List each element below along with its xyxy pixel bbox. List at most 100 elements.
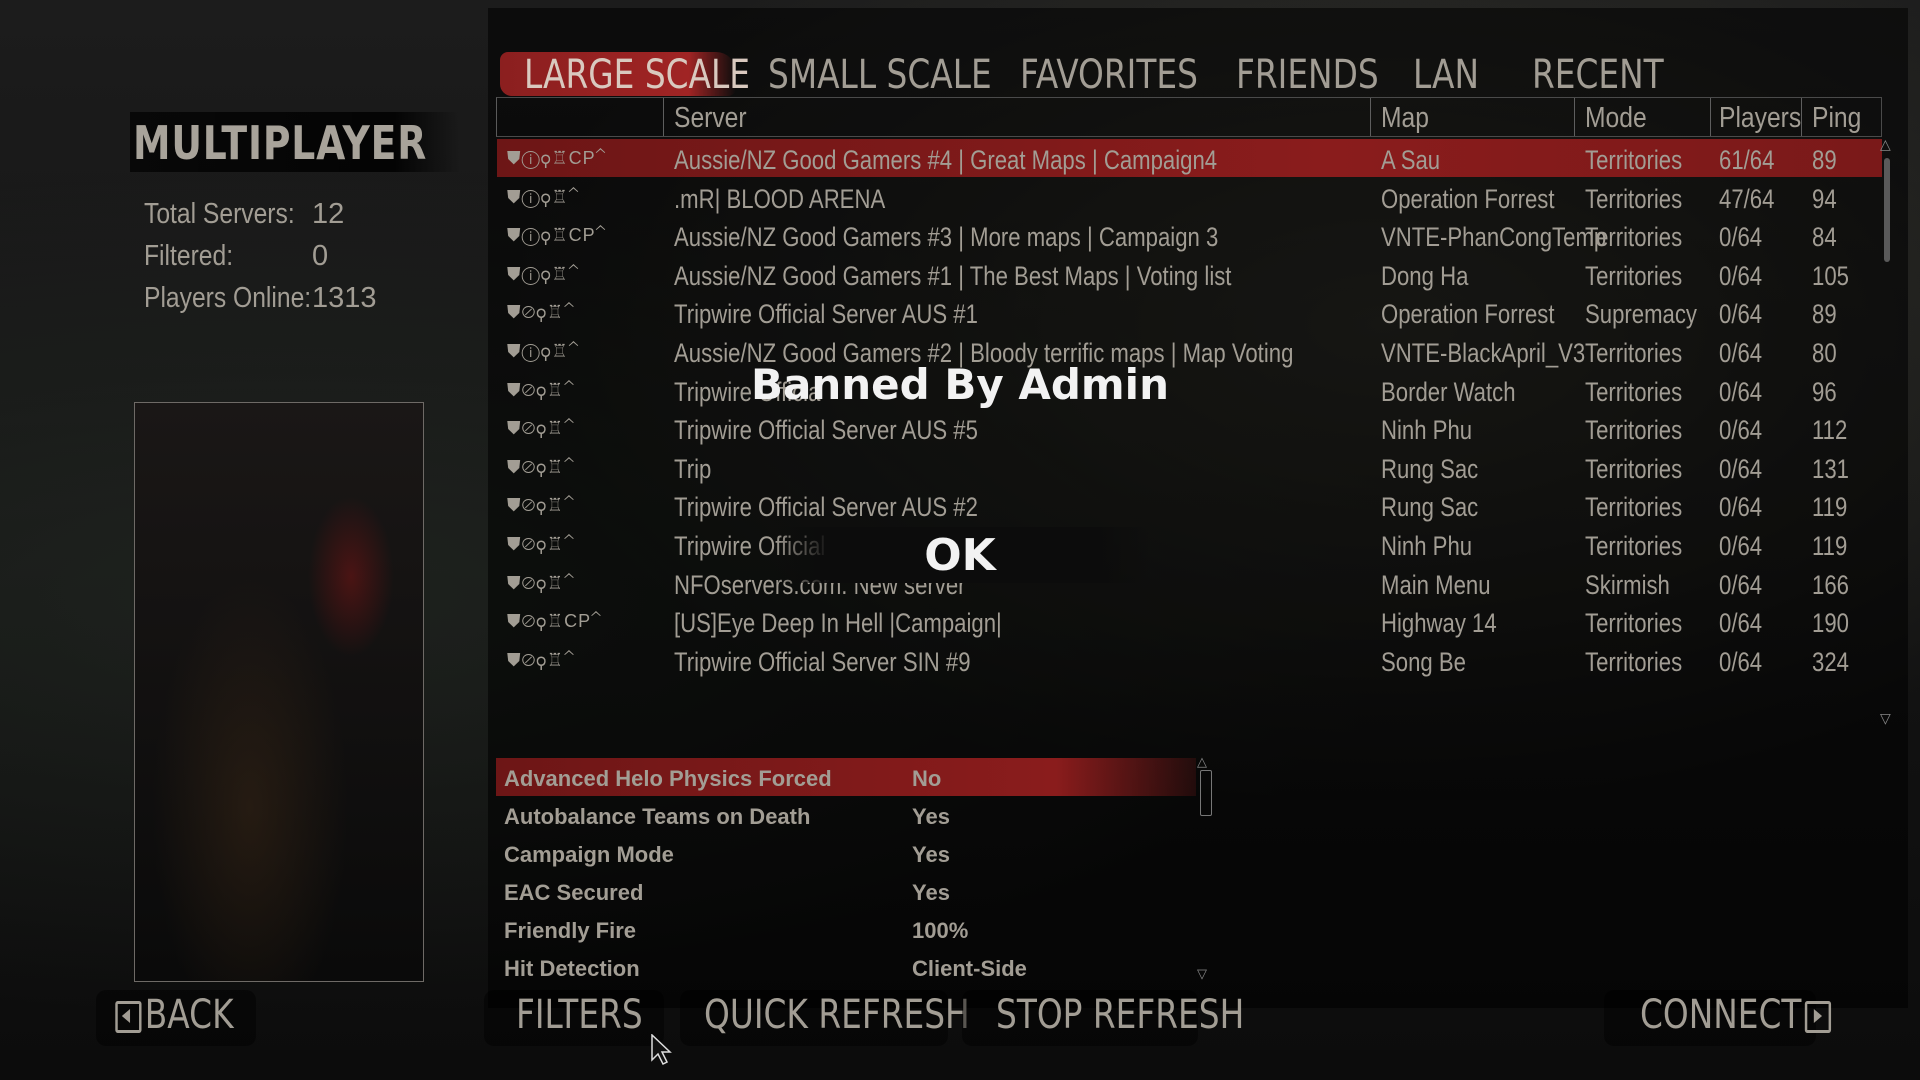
server-map: VNTE-PhanCongTemp: [1381, 222, 1607, 253]
server-list-scrollbar[interactable]: [1884, 158, 1890, 262]
back-arrow-icon: [115, 1001, 142, 1033]
tab-bar: LARGE SCALE SMALL SCALE FAVORITES FRIEND…: [498, 52, 1882, 98]
server-row[interactable]: ⛊⊘⚲♖⌃ Tripwire Official Server AUS #2 Rung…: [497, 487, 1882, 525]
tab-favorites[interactable]: FAVORITES: [1020, 52, 1198, 98]
server-mode: Territories: [1585, 492, 1683, 523]
server-players: 0/64: [1719, 492, 1763, 523]
column-divider: [1710, 98, 1711, 136]
connect-arrow-icon: [1804, 1001, 1831, 1033]
detail-key: Campaign Mode: [504, 842, 674, 867]
detail-value: Yes: [912, 804, 950, 829]
server-row[interactable]: ⛊⊘⚲♖⌃ Trip Rung Sac Territories 0/64 131: [497, 449, 1882, 487]
server-ping: 84: [1812, 222, 1837, 253]
stat-value: 1313: [312, 282, 377, 314]
server-ping: 89: [1812, 145, 1837, 175]
details-scrollbar[interactable]: [1200, 770, 1212, 816]
detail-row[interactable]: EAC Secured Yes: [496, 872, 1226, 910]
page-title: MULTIPLAYER: [133, 116, 428, 170]
server-name: Tripwire Official Server AUS #2: [674, 492, 978, 523]
server-icons: ⛊⊘⚲♖⌃: [507, 302, 575, 323]
server-mode: Territories: [1585, 260, 1683, 291]
server-row[interactable]: ⛊⊘⚲♖CP⌃ [US]Eye Deep In Hell |Campaign| Hi…: [497, 603, 1882, 641]
connect-button[interactable]: CONNECT: [1640, 992, 1834, 1044]
server-map: Ninh Phu: [1381, 415, 1473, 446]
map-preview-image: [134, 402, 424, 982]
column-divider: [1370, 98, 1371, 136]
server-list-header: Server Map Mode Players Ping: [496, 97, 1882, 137]
server-ping: 324: [1812, 646, 1849, 677]
detail-row[interactable]: Friendly Fire 100%: [496, 910, 1226, 948]
server-row[interactable]: ⛊ⓘ⚲♖CP⌃ Aussie/NZ Good Gamers #3 | More m…: [497, 217, 1882, 255]
server-mode: Territories: [1585, 453, 1683, 484]
server-mode: Territories: [1585, 415, 1683, 446]
detail-key: Autobalance Teams on Death: [504, 804, 811, 829]
detail-value: 100%: [912, 918, 969, 943]
server-mode: Territories: [1585, 183, 1683, 214]
server-players: 61/64: [1719, 145, 1775, 175]
server-players: 0/64: [1719, 222, 1763, 253]
column-header-mode[interactable]: Mode: [1585, 102, 1647, 135]
tab-lan[interactable]: LAN: [1413, 52, 1479, 98]
server-map: Rung Sac: [1381, 492, 1479, 523]
server-mode: Territories: [1585, 145, 1683, 175]
server-name: Tripwire Official Server AUS #5: [674, 415, 978, 446]
server-ping: 119: [1812, 492, 1848, 523]
server-row[interactable]: ⛊⊘⚲♖⌃ Tripwire Official Server SIN #9 Song…: [497, 642, 1882, 680]
server-row[interactable]: ⛊⊘⚲♖⌃ Tripwire Official Server AUS #5 Ninh…: [497, 410, 1882, 448]
scroll-up-arrow-icon[interactable]: △: [1880, 136, 1891, 153]
server-name: [US]Eye Deep In Hell |Campaign|: [674, 608, 1002, 639]
server-name: .mR| BLOOD ARENA: [674, 183, 886, 214]
stop-refresh-button[interactable]: STOP REFRESH: [996, 992, 1244, 1044]
server-map: Dong Ha: [1381, 260, 1469, 291]
server-players: 0/64: [1719, 646, 1763, 677]
ok-button[interactable]: OK: [0, 530, 1920, 581]
back-button[interactable]: BACK: [112, 992, 234, 1044]
stat-value: 12: [312, 198, 345, 230]
tab-recent[interactable]: RECENT: [1532, 52, 1664, 98]
server-mode: Territories: [1585, 646, 1683, 677]
server-icons: ⛊⊘⚲♖⌃: [507, 649, 575, 670]
detail-row[interactable]: Hit Detection Client-Side: [496, 948, 1226, 986]
server-row[interactable]: ⛊⊘⚲♖⌃ Tripwire Official Server AUS #1 Oper…: [497, 294, 1882, 332]
server-players: 0/64: [1719, 453, 1763, 484]
server-icons: ⛊ⓘ⚲♖⌃: [507, 263, 580, 284]
filters-button[interactable]: FILTERS: [516, 992, 643, 1044]
tab-friends[interactable]: FRIENDS: [1236, 52, 1379, 98]
column-header-ping[interactable]: Ping: [1812, 102, 1861, 135]
tab-small-scale[interactable]: SMALL SCALE: [768, 52, 992, 98]
column-header-server[interactable]: Server: [674, 102, 747, 135]
detail-value: No: [912, 766, 942, 791]
server-details-list: Advanced Helo Physics Forced No Autobala…: [496, 758, 1251, 990]
multiplayer-title-banner: MULTIPLAYER: [130, 112, 460, 172]
server-row[interactable]: ⛊ⓘ⚲♖CP⌃ Aussie/NZ Good Gamers #4 | Great …: [497, 140, 1882, 178]
details-scroll-down-icon[interactable]: ▽: [1197, 966, 1207, 982]
server-map: A Sau: [1381, 145, 1441, 175]
column-header-map[interactable]: Map: [1381, 102, 1429, 135]
tab-large-scale[interactable]: LARGE SCALE: [524, 52, 750, 98]
server-players: 0/64: [1719, 299, 1763, 330]
detail-row[interactable]: Advanced Helo Physics Forced No: [496, 758, 1226, 796]
detail-key: EAC Secured: [504, 880, 644, 905]
details-scroll-up-icon[interactable]: △: [1197, 754, 1207, 770]
server-ping: 94: [1812, 183, 1837, 214]
server-row[interactable]: ⛊ⓘ⚲♖⌃ .mR| BLOOD ARENA Operation Forrest Te…: [497, 179, 1882, 217]
server-name: Tripwire Official Server AUS #1: [674, 299, 978, 330]
server-mode: Territories: [1585, 608, 1683, 639]
server-mode: Supremacy: [1585, 299, 1697, 330]
server-icons: ⛊ⓘ⚲♖CP⌃: [507, 225, 607, 246]
server-map: Song Be: [1381, 646, 1466, 677]
server-map: Rung Sac: [1381, 453, 1479, 484]
server-name: Aussie/NZ Good Gamers #4 | Great Maps | …: [674, 145, 1218, 175]
detail-row[interactable]: Autobalance Teams on Death Yes: [496, 796, 1226, 834]
stat-label: Players Online:: [144, 282, 312, 314]
back-label: BACK: [144, 992, 234, 1038]
server-icons: ⛊⊘⚲♖⌃: [507, 456, 575, 477]
server-map: Operation Forrest: [1381, 183, 1555, 214]
column-header-players[interactable]: Players: [1719, 102, 1801, 135]
server-name: Aussie/NZ Good Gamers #1 | The Best Maps…: [674, 260, 1232, 291]
scroll-down-arrow-icon[interactable]: ▽: [1880, 710, 1891, 727]
detail-row[interactable]: Campaign Mode Yes: [496, 834, 1226, 872]
server-row[interactable]: ⛊ⓘ⚲♖⌃ Aussie/NZ Good Gamers #1 | The Best…: [497, 256, 1882, 294]
quick-refresh-button[interactable]: QUICK REFRESH: [704, 992, 970, 1044]
server-icons: ⛊⊘⚲♖⌃: [507, 495, 575, 516]
